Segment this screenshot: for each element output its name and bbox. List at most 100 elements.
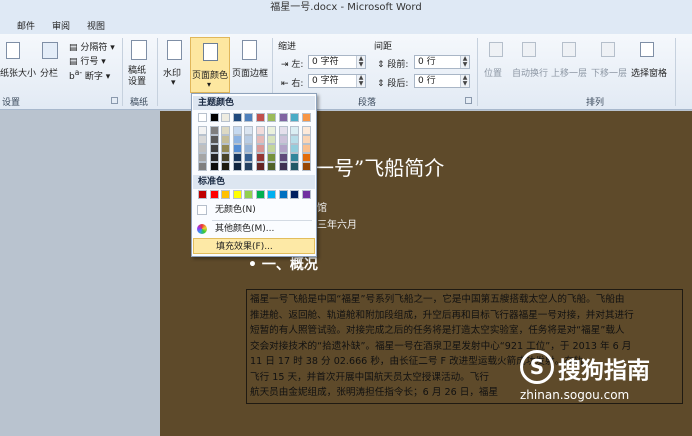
theme-color-shade-swatch[interactable] bbox=[255, 126, 265, 135]
spacing-after-spinner[interactable]: ▲ ▼ bbox=[460, 75, 469, 87]
paragraph-dialog-launcher[interactable] bbox=[465, 97, 472, 104]
theme-color-shade-swatch[interactable] bbox=[278, 162, 288, 171]
spacing-after-input[interactable]: 0 行 ▲ ▼ bbox=[414, 74, 470, 88]
spacing-before-input[interactable]: 0 行 ▲ ▼ bbox=[414, 55, 470, 69]
theme-color-shade-swatch[interactable] bbox=[267, 162, 276, 171]
theme-color-shade-swatch[interactable] bbox=[244, 126, 253, 135]
theme-color-shade-swatch[interactable] bbox=[267, 153, 276, 162]
theme-color-shade-swatch[interactable] bbox=[198, 144, 207, 153]
theme-color-shade-swatch[interactable] bbox=[255, 162, 265, 171]
theme-color-shade-swatch[interactable] bbox=[255, 135, 265, 144]
theme-color-shade-swatch[interactable] bbox=[290, 135, 299, 144]
theme-color-shade-swatch[interactable] bbox=[278, 153, 288, 162]
indent-right-spinner[interactable]: ▲ ▼ bbox=[356, 75, 365, 87]
theme-color-shade-swatch[interactable] bbox=[209, 153, 219, 162]
theme-color-shade-swatch[interactable] bbox=[232, 126, 242, 135]
theme-color-shade-swatch[interactable] bbox=[301, 135, 311, 144]
theme-color-shade-swatch[interactable] bbox=[232, 153, 242, 162]
tab-review[interactable]: 审阅 bbox=[52, 19, 70, 32]
theme-color-shade-swatch[interactable] bbox=[267, 144, 276, 153]
theme-color-shade-swatch[interactable] bbox=[198, 126, 207, 135]
theme-color-shade-swatch[interactable] bbox=[221, 144, 230, 153]
theme-color-shade-swatch[interactable] bbox=[278, 135, 288, 144]
theme-color-shade-swatch[interactable] bbox=[255, 144, 265, 153]
theme-color-shade-swatch[interactable] bbox=[290, 144, 299, 153]
tab-mailings[interactable]: 邮件 bbox=[17, 19, 35, 32]
text-box-paragraph[interactable]: 福星一号飞船是中国“福星”号系列飞船之一，它是中国第五艘搭载太空人的飞船。飞船由… bbox=[246, 289, 683, 404]
standard-color-swatch[interactable] bbox=[278, 190, 288, 199]
standard-color-swatch[interactable] bbox=[221, 190, 230, 199]
no-color-item[interactable]: 无颜色(N) bbox=[193, 202, 315, 218]
theme-color-shade-swatch[interactable] bbox=[209, 162, 219, 171]
theme-color-swatch[interactable] bbox=[232, 113, 242, 122]
theme-color-shade-swatch[interactable] bbox=[209, 126, 219, 135]
theme-color-shade-swatch[interactable] bbox=[198, 135, 207, 144]
theme-color-shade-swatch[interactable] bbox=[232, 135, 242, 144]
standard-color-swatch[interactable] bbox=[267, 190, 276, 199]
theme-color-shade-swatch[interactable] bbox=[290, 153, 299, 162]
theme-color-shade-swatch[interactable] bbox=[221, 162, 230, 171]
theme-color-swatch[interactable] bbox=[267, 113, 276, 122]
bring-forward-button[interactable]: 上移一层 bbox=[551, 66, 587, 79]
wrap-text-button[interactable]: 自动换行 bbox=[512, 66, 548, 79]
theme-color-shade-swatch[interactable] bbox=[301, 162, 311, 171]
page-color-button[interactable]: 页面颜色 ▾ bbox=[190, 37, 230, 93]
send-backward-button[interactable]: 下移一层 bbox=[591, 66, 627, 79]
theme-color-shade-swatch[interactable] bbox=[221, 153, 230, 162]
theme-color-shade-swatch[interactable] bbox=[232, 162, 242, 171]
theme-color-shade-swatch[interactable] bbox=[209, 135, 219, 144]
standard-color-swatch[interactable] bbox=[198, 190, 207, 199]
theme-color-shade-swatch[interactable] bbox=[255, 153, 265, 162]
theme-color-shade-swatch[interactable] bbox=[221, 135, 230, 144]
position-button[interactable]: 位置 bbox=[484, 66, 502, 79]
theme-color-shade-swatch[interactable] bbox=[290, 126, 299, 135]
standard-color-swatch[interactable] bbox=[232, 190, 242, 199]
theme-color-shade-swatch[interactable] bbox=[290, 162, 299, 171]
theme-color-shade-swatch[interactable] bbox=[209, 144, 219, 153]
columns-button[interactable]: 分栏 bbox=[40, 66, 58, 79]
theme-color-shade-swatch[interactable] bbox=[301, 144, 311, 153]
theme-color-swatch[interactable] bbox=[290, 113, 299, 122]
hyphenation-button[interactable]: ba- 断字 ▾ bbox=[69, 68, 110, 82]
paper-size-button[interactable]: 纸张大小 bbox=[0, 66, 36, 79]
standard-color-swatch[interactable] bbox=[244, 190, 253, 199]
theme-color-shade-swatch[interactable] bbox=[301, 153, 311, 162]
indent-left-input[interactable]: 0 字符 ▲ ▼ bbox=[308, 55, 366, 69]
theme-color-swatch[interactable] bbox=[221, 113, 230, 122]
theme-color-shade-swatch[interactable] bbox=[278, 126, 288, 135]
theme-color-shade-swatch[interactable] bbox=[267, 135, 276, 144]
theme-color-swatch[interactable] bbox=[301, 113, 311, 122]
theme-color-shade-swatch[interactable] bbox=[221, 126, 230, 135]
page-borders-button[interactable]: 页面边框 bbox=[232, 66, 268, 79]
theme-color-shade-swatch[interactable] bbox=[244, 153, 253, 162]
theme-color-shade-swatch[interactable] bbox=[278, 144, 288, 153]
standard-color-swatch[interactable] bbox=[290, 190, 299, 199]
standard-color-swatch[interactable] bbox=[209, 190, 219, 199]
tab-view[interactable]: 视图 bbox=[87, 19, 105, 32]
theme-color-shade-swatch[interactable] bbox=[232, 144, 242, 153]
theme-color-shade-swatch[interactable] bbox=[267, 126, 276, 135]
theme-color-shade-swatch[interactable] bbox=[244, 135, 253, 144]
theme-color-swatch[interactable] bbox=[244, 113, 253, 122]
standard-color-swatch[interactable] bbox=[301, 190, 311, 199]
fill-effects-item[interactable]: 填充效果(F)... bbox=[193, 238, 315, 254]
page-setup-dialog-launcher[interactable] bbox=[111, 97, 118, 104]
theme-color-swatch[interactable] bbox=[209, 113, 219, 122]
theme-color-swatch[interactable] bbox=[255, 113, 265, 122]
watermark-dropdown-arrow[interactable]: ▾ bbox=[171, 78, 176, 88]
indent-left-spinner[interactable]: ▲ ▼ bbox=[356, 56, 365, 68]
more-colors-item[interactable]: 其他颜色(M)... bbox=[193, 221, 315, 237]
breaks-button[interactable]: ▤ 分隔符 ▾ bbox=[69, 40, 115, 53]
draft-paper-settings-button[interactable]: 稿纸 设置 bbox=[128, 66, 146, 88]
theme-color-shade-swatch[interactable] bbox=[244, 162, 253, 171]
theme-color-shade-swatch[interactable] bbox=[198, 153, 207, 162]
theme-color-shade-swatch[interactable] bbox=[198, 162, 207, 171]
standard-color-swatch[interactable] bbox=[255, 190, 265, 199]
selection-pane-button[interactable]: 选择窗格 bbox=[631, 66, 667, 79]
theme-color-shade-swatch[interactable] bbox=[244, 144, 253, 153]
theme-color-swatch[interactable] bbox=[198, 113, 207, 122]
theme-color-shade-swatch[interactable] bbox=[301, 126, 311, 135]
indent-right-input[interactable]: 0 字符 ▲ ▼ bbox=[308, 74, 366, 88]
spacing-before-spinner[interactable]: ▲ ▼ bbox=[460, 56, 469, 68]
line-numbers-button[interactable]: ▤ 行号 ▾ bbox=[69, 54, 106, 67]
